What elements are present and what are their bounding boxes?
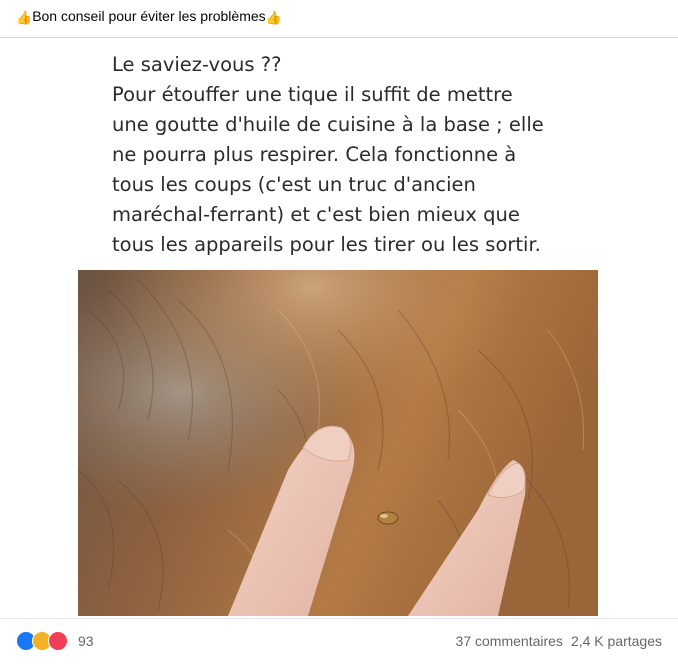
image-text-line: une goutte d'huile de cuisine à la base … [112, 113, 544, 136]
thumbs-up-icon: 👍 [16, 10, 33, 25]
image-text-line: tous les coups (c'est un truc d'ancien [112, 173, 476, 196]
post-stats: 37 commentaires 2,4 K partages [456, 633, 662, 649]
comments-count[interactable]: 37 commentaires [456, 633, 563, 649]
image-text-line: maréchal-ferrant) et c'est bien mieux qu… [112, 203, 520, 226]
image-text-line: ne pourra plus respirer. Cela fonctionne… [112, 143, 517, 166]
reactions-bar: 93 37 commentaires 2,4 K partages [0, 618, 678, 664]
image-text-card: Le saviez-vous ?? Pour étouffer une tiqu… [96, 38, 578, 270]
image-text-line: Le saviez-vous ?? [112, 53, 282, 76]
thumbs-up-icon: 👍 [265, 10, 282, 25]
tick-on-fur-photo [78, 270, 598, 616]
post-caption: 👍Bon conseil pour éviter les problèmes👍 [0, 0, 678, 36]
shares-count[interactable]: 2,4 K partages [571, 633, 662, 649]
image-text-line: tous les appareils pour les tirer ou les… [112, 233, 541, 256]
post-image[interactable]: Le saviez-vous ?? Pour étouffer une tiqu… [78, 38, 598, 616]
love-icon [48, 631, 68, 651]
image-text-line: Pour étouffer une tique il suffit de met… [112, 83, 513, 106]
post-caption-text: Bon conseil pour éviter les problèmes [32, 8, 266, 24]
reaction-count[interactable]: 93 [78, 633, 94, 649]
